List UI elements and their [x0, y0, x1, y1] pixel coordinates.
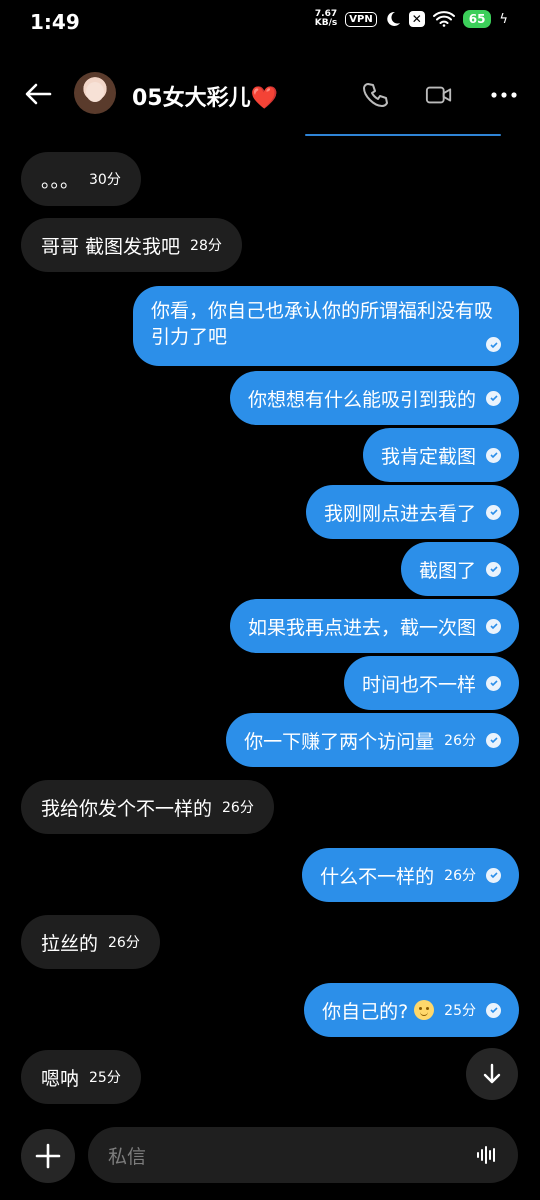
phone-icon[interactable]: [362, 82, 390, 108]
message-bubble[interactable]: 我肯定截图: [362, 428, 519, 482]
message-time: 25分: [89, 1070, 121, 1086]
more-icon[interactable]: [490, 82, 518, 108]
message-bubble[interactable]: 什么不一样的 26分: [302, 848, 519, 902]
scroll-down-icon: [483, 1063, 501, 1084]
message-time: 30分: [89, 172, 121, 188]
message-time: 26分: [108, 935, 140, 951]
read-check-icon: [486, 618, 501, 634]
message-time: 26分: [444, 868, 476, 884]
message-text: 哥哥 截图发我吧: [41, 235, 181, 258]
message-bubble[interactable]: 如果我再点进去，截一次图: [229, 599, 519, 653]
message-text: 如果我再点进去，截一次图: [247, 616, 476, 639]
message-bubble[interactable]: 我刚刚点进去看了: [305, 485, 519, 539]
video-icon[interactable]: [425, 82, 453, 108]
message-bubble[interactable]: 你自己的? 25分: [304, 983, 519, 1037]
message-bubble[interactable]: 你看，你自己也承认你的所谓福利没有吸引力了吧: [133, 286, 519, 366]
contact-name-text: 05女大彩儿: [132, 86, 251, 111]
message-bubble[interactable]: 截图了: [400, 542, 519, 596]
heart-emoji: ❤️: [250, 86, 279, 111]
read-check-icon: [486, 675, 501, 691]
message-text: 时间也不一样: [361, 673, 476, 696]
message-bubble[interactable]: 我给你发个不一样的 26分: [21, 780, 274, 834]
smile-emoji: [414, 1000, 435, 1020]
read-check-icon: [486, 732, 501, 748]
x-badge-icon: ✕: [408, 11, 425, 27]
status-icons: 7.67 KB/s VPN ✕ 65 ϟ: [315, 10, 508, 28]
read-check-icon: [486, 867, 501, 883]
message-text: 你一下赚了两个访问量: [244, 730, 435, 753]
message-time: 26分: [444, 733, 476, 749]
message-text: 我给你发个不一样的: [41, 797, 213, 820]
message-bubble[interactable]: 你一下赚了两个访问量 26分: [226, 713, 519, 767]
status-bar: 1:49 7.67 KB/s VPN ✕ 65 ϟ: [0, 0, 540, 48]
message-text: 。。。: [41, 169, 80, 192]
plus-icon: [35, 1143, 61, 1169]
message-text: 我肯定截图: [380, 445, 476, 468]
read-check-icon: [486, 1002, 501, 1018]
message-bubble[interactable]: 拉丝的 26分: [21, 915, 160, 969]
read-check-icon: [486, 390, 501, 406]
message-text: 嗯呐: [41, 1067, 80, 1090]
read-check-icon: [486, 337, 501, 352]
status-time: 1:49: [30, 10, 80, 34]
message-bubble[interactable]: 嗯呐 25分: [21, 1050, 141, 1104]
read-check-icon: [486, 447, 501, 463]
read-check-icon: [486, 504, 501, 520]
message-text: 什么不一样的: [320, 865, 435, 888]
message-time: 25分: [444, 1003, 476, 1019]
message-bubble[interactable]: 哥哥 截图发我吧 28分: [21, 218, 242, 272]
network-speed: 7.67 KB/s: [315, 10, 337, 28]
message-bubble[interactable]: 你想想有什么能吸引到我的: [229, 371, 519, 425]
message-input[interactable]: 私信: [88, 1127, 518, 1183]
message-time: 26分: [222, 800, 254, 816]
contact-avatar[interactable]: [74, 72, 116, 114]
message-text: 你自己的?: [322, 1000, 409, 1023]
message-time: 28分: [190, 238, 222, 254]
attach-button[interactable]: [21, 1129, 75, 1183]
message-input-placeholder: 私信: [108, 1145, 147, 1168]
battery-level: 65: [462, 10, 492, 28]
message-text: 截图了: [418, 559, 476, 582]
message-text: 我刚刚点进去看了: [323, 502, 476, 525]
previous-message-edge: [305, 134, 501, 136]
vpn-badge: VPN: [345, 11, 377, 27]
message-text: 你想想有什么能吸引到我的: [247, 388, 476, 411]
voice-icon[interactable]: [476, 1144, 498, 1166]
network-speed-unit: KB/s: [314, 18, 338, 28]
message-bubble[interactable]: 时间也不一样: [343, 656, 519, 710]
scroll-down-button[interactable]: [466, 1048, 518, 1100]
contact-name[interactable]: 05女大彩儿❤️: [132, 80, 278, 112]
charging-icon: ϟ: [499, 11, 508, 27]
wifi-icon: [432, 11, 455, 27]
message-text: 拉丝的: [41, 932, 99, 955]
message-text: 你看，你自己也承认你的所谓福利没有吸引力了吧: [151, 300, 494, 348]
back-arrow-icon[interactable]: [24, 82, 52, 106]
moon-icon: [387, 11, 400, 26]
read-check-icon: [486, 561, 501, 577]
chat-header: 05女大彩儿❤️: [0, 60, 540, 130]
message-bubble[interactable]: 。。。 30分: [21, 152, 141, 206]
